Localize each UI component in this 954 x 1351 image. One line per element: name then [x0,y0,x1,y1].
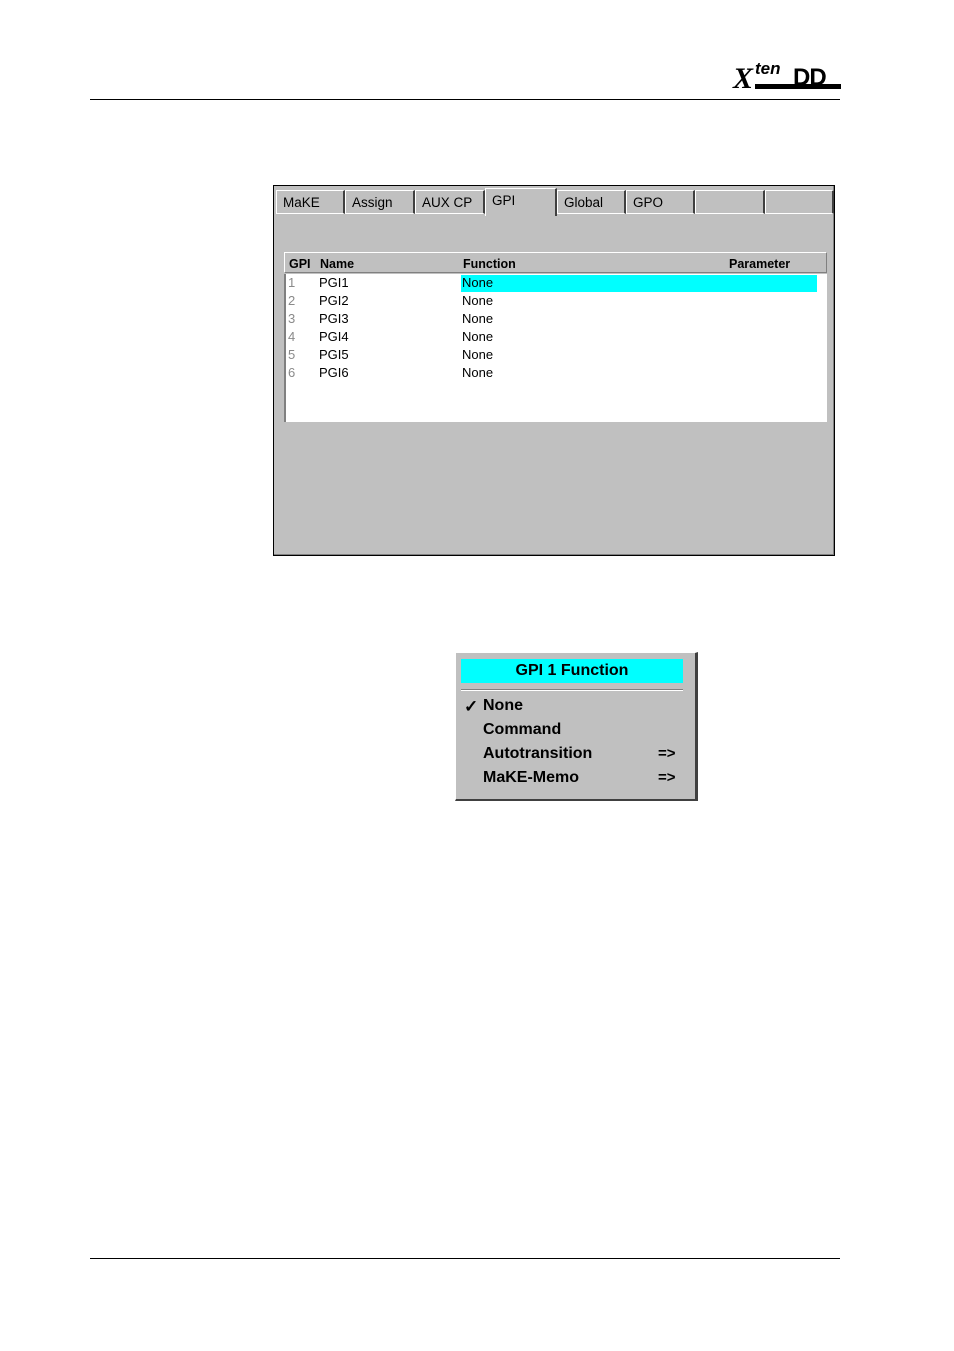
table-row[interactable]: 2 PGI2 None [286,292,827,310]
tab-gpo[interactable]: GPO [626,190,695,214]
tab-empty-1[interactable] [695,190,765,214]
tab-label: Global [564,195,604,210]
row-number: 4 [288,329,296,344]
tab-label: AUX CP [422,195,473,210]
menu-item-none[interactable]: ✓ None [462,695,682,717]
row-name: PGI6 [319,365,349,380]
row-function[interactable]: None [462,311,493,326]
row-number: 5 [288,347,296,362]
menu-item-autotransition[interactable]: Autotransition => [462,743,682,765]
row-name: PGI3 [319,311,349,326]
table-header: GPI Name Function Parameter [284,252,827,273]
row-name: PGI4 [319,329,349,344]
gpi-panel: MaKE Assign AUX CP GPI Global GPO GPI Na… [273,185,835,556]
logo-bar [755,84,841,89]
header-rule [90,99,840,100]
row-function[interactable]: None [462,329,493,344]
tab-label: Assign [352,195,393,210]
menu-item-make-memo[interactable]: MaKE-Memo => [462,767,682,789]
gpi-function-popup-menu: GPI 1 Function ✓ None Command Autotransi… [455,652,698,801]
row-function[interactable]: None [462,293,493,308]
row-function[interactable]: None [462,365,493,380]
tab-global[interactable]: Global [557,190,626,214]
row-name: PGI1 [319,275,349,290]
table-body: 1 PGI1 None 2 PGI2 None 3 PGI3 None 4 PG… [284,274,827,422]
header-name: Name [320,257,355,271]
tab-label: GPI [492,193,516,208]
logo-ten: ten [755,59,781,78]
tab-make[interactable]: MaKE [276,190,345,214]
menu-item-label: Command [483,721,562,738]
checkmark-icon: ✓ [464,697,479,716]
gpi-table: GPI Name Function Parameter 1 PGI1 None … [284,250,827,422]
menu-item-label: None [483,697,523,714]
table-row[interactable]: 1 PGI1 None [286,274,827,292]
footer-rule [90,1258,840,1259]
tab-empty-2[interactable] [765,190,834,214]
tab-assign[interactable]: Assign [345,190,415,214]
row-function[interactable]: None [462,275,493,290]
submenu-arrow-icon: => [658,769,676,786]
tab-aux-cp[interactable]: AUX CP [415,190,485,214]
tab-label: MaKE [283,195,320,210]
row-highlight [461,275,817,292]
xten-dd-logo: X ten DD [733,59,843,95]
tab-label: GPO [633,195,664,210]
table-row[interactable]: 3 PGI3 None [286,310,827,328]
tab-bar: MaKE Assign AUX CP GPI Global GPO [276,188,834,216]
row-number: 2 [288,293,296,308]
popup-title: GPI 1 Function [461,659,683,683]
table-row[interactable]: 5 PGI5 None [286,346,827,364]
row-function[interactable]: None [462,347,493,362]
row-name: PGI2 [319,293,349,308]
tab-gpi[interactable]: GPI [485,188,557,216]
submenu-arrow-icon: => [658,745,676,762]
popup-separator [461,689,683,691]
header-function: Function [463,257,516,271]
menu-item-command[interactable]: Command [462,719,682,741]
header-gpi: GPI [289,257,311,271]
row-number: 3 [288,311,296,326]
row-number: 1 [288,275,296,290]
table-row[interactable]: 6 PGI6 None [286,364,827,382]
header-parameter: Parameter [729,257,791,271]
row-name: PGI5 [319,347,349,362]
table-row[interactable]: 4 PGI4 None [286,328,827,346]
logo-x: X [733,62,754,95]
menu-item-label: Autotransition [483,745,593,762]
menu-item-label: MaKE-Memo [483,769,580,786]
row-number: 6 [288,365,296,380]
